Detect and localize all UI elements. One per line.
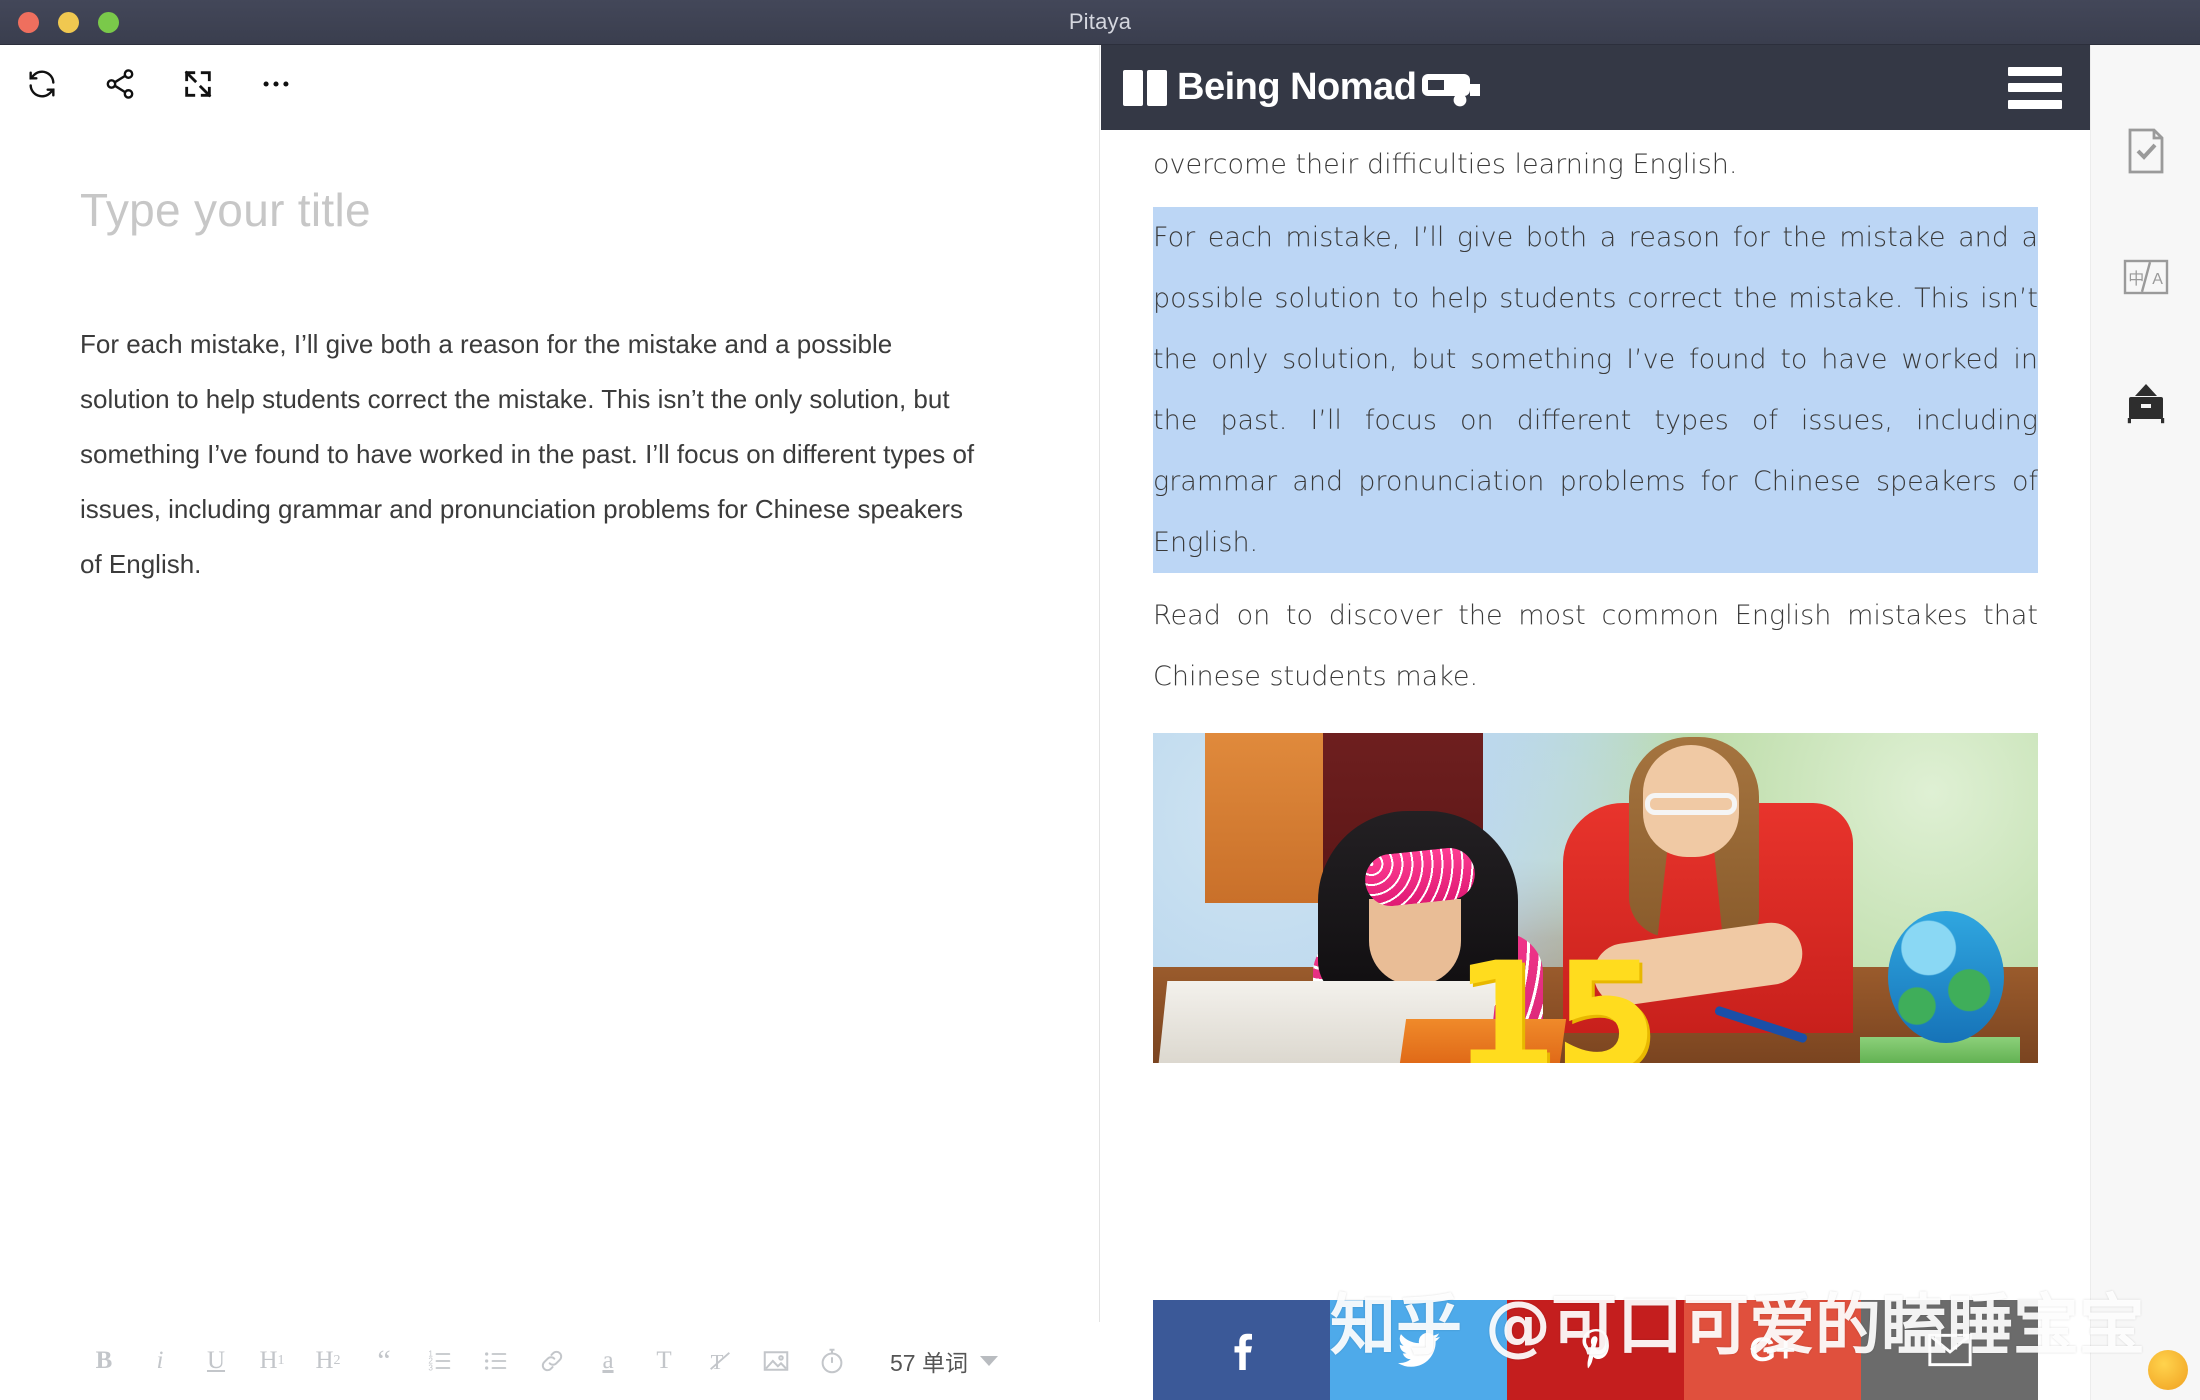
photo-overlay-number: 15 <box>1453 931 1658 1063</box>
chevron-down-icon <box>979 1356 998 1366</box>
image-button[interactable] <box>748 1337 804 1385</box>
underline-button[interactable]: U <box>188 1337 244 1385</box>
highlight-button[interactable]: a <box>580 1337 636 1385</box>
refresh-icon[interactable] <box>22 64 62 104</box>
document-body[interactable]: For each mistake, I’ll give both a reaso… <box>80 317 985 592</box>
heading2-button[interactable]: H2 <box>300 1337 356 1385</box>
preview-article: …to Chinese students. But students can u… <box>1101 45 2090 1063</box>
sidebar-item-archive[interactable] <box>2118 375 2174 431</box>
link-button[interactable] <box>524 1337 580 1385</box>
photo-globe <box>1888 911 2004 1043</box>
bold-button[interactable]: B <box>76 1337 132 1385</box>
window-title: Pitaya <box>1068 9 1132 34</box>
share-facebook-button[interactable] <box>1153 1300 1330 1400</box>
preview-pane: …to Chinese students. But students can u… <box>1101 45 2090 1400</box>
corner-emoji-icon <box>2148 1350 2188 1390</box>
sidebar-item-translate[interactable]: 中 A <box>2118 249 2174 305</box>
editor-pane: Type your title For each mistake, I’ll g… <box>0 45 1100 1400</box>
paragraph-selected[interactable]: For each mistake, I’ll give both a reaso… <box>1153 207 2038 573</box>
share-icon[interactable] <box>100 64 140 104</box>
timer-button[interactable] <box>804 1337 860 1385</box>
clear-format-button[interactable]: T <box>692 1337 748 1385</box>
text-style-button[interactable]: T <box>636 1337 692 1385</box>
share-twitter-button[interactable] <box>1330 1300 1507 1400</box>
article-photo: 15 <box>1153 733 2038 1063</box>
document-title-placeholder[interactable]: Type your title <box>80 183 371 237</box>
titlebar: Pitaya <box>0 0 2200 45</box>
more-icon[interactable] <box>256 64 296 104</box>
share-googleplus-button[interactable]: G+ <box>1684 1300 1861 1400</box>
heading1-button[interactable]: H1 <box>244 1337 300 1385</box>
fullscreen-icon[interactable] <box>178 64 218 104</box>
social-share-bar: G+ <box>1153 1300 2038 1400</box>
site-topbar: Being Nomad <box>1101 45 2090 130</box>
svg-text:3: 3 <box>428 1363 433 1372</box>
sidebar-item-check-document[interactable] <box>2118 123 2174 179</box>
italic-button[interactable]: i <box>132 1337 188 1385</box>
paragraph-readon: Read on to discover the most common Engl… <box>1153 600 2038 692</box>
site-logo-text: Being Nomad <box>1177 66 1417 108</box>
editor-toolbar <box>22 57 296 111</box>
svg-text:中: 中 <box>2128 269 2144 288</box>
format-toolbar: B i U H1 H2 “ 1 2 3 a T T 57 单词 <box>0 1322 1100 1400</box>
menu-hamburger-icon[interactable] <box>2008 66 2062 109</box>
app-window: Pitaya Type your title For each mistake,… <box>0 0 2200 1400</box>
blockquote-button[interactable]: “ <box>356 1337 412 1385</box>
share-email-button[interactable] <box>1861 1300 2038 1400</box>
caravan-icon <box>1420 68 1482 108</box>
unordered-list-button[interactable] <box>468 1337 524 1385</box>
word-count-selector[interactable]: 57 单词 <box>890 1344 998 1378</box>
svg-text:T: T <box>711 1350 724 1374</box>
share-pinterest-button[interactable] <box>1507 1300 1684 1400</box>
ordered-list-button[interactable]: 1 2 3 <box>412 1337 468 1385</box>
word-count-label: 57 单词 <box>890 1350 968 1376</box>
svg-text:A: A <box>2152 271 2163 288</box>
site-logo[interactable]: Being Nomad <box>1121 66 1482 110</box>
right-sidebar: 中 A <box>2090 45 2200 1400</box>
book-icon <box>1121 66 1173 110</box>
